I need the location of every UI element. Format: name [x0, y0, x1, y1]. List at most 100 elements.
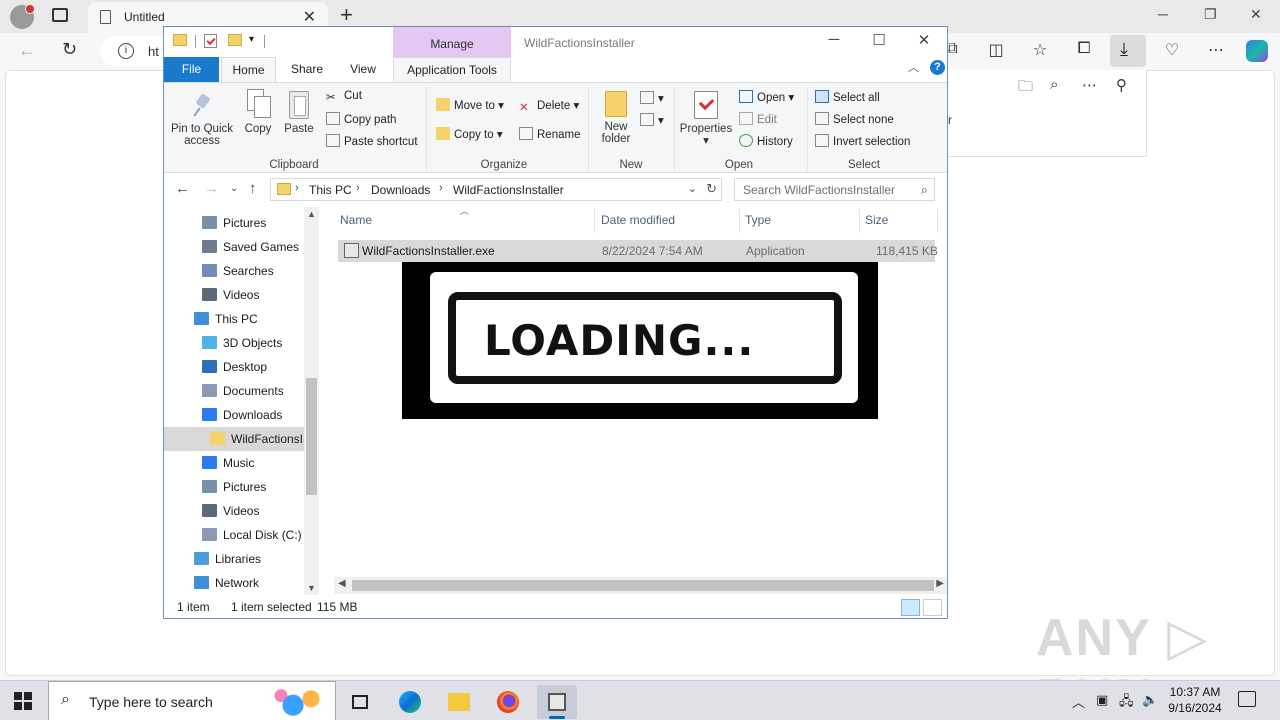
large-icons-view-button[interactable]	[923, 599, 942, 616]
chevron-up-icon[interactable]: ︿	[1072, 692, 1085, 711]
copilot-icon[interactable]	[1246, 40, 1268, 62]
details-view-button[interactable]	[901, 599, 920, 616]
sidebar-item-videos[interactable]: Videos	[164, 499, 304, 523]
scroll-up-icon[interactable]: ▲	[307, 209, 316, 219]
column-divider[interactable]	[594, 209, 595, 233]
tab-view[interactable]: View	[335, 57, 391, 82]
invert-selection-button[interactable]: Invert selection	[815, 134, 910, 148]
minimize-icon[interactable]: ─	[1158, 6, 1168, 22]
select-all-button[interactable]: Select all	[815, 90, 880, 104]
scroll-down-icon[interactable]: ▼	[307, 583, 316, 593]
new-tab-icon[interactable]: +	[340, 2, 353, 28]
chevron-right-icon[interactable]: ›	[295, 182, 299, 194]
move-to-button[interactable]: Move to ▾	[436, 98, 504, 112]
scroll-thumb[interactable]	[306, 378, 317, 495]
collapse-ribbon-icon[interactable]: ︿	[908, 59, 919, 75]
column-divider[interactable]	[937, 209, 938, 233]
sidebar-item-pictures[interactable]: Pictures	[164, 211, 304, 235]
scroll-thumb[interactable]	[352, 580, 934, 591]
restore-icon[interactable]: ❐	[1204, 6, 1217, 23]
tab-actions-icon[interactable]	[52, 8, 68, 22]
sidebar-item-this-pc[interactable]: This PC	[164, 307, 304, 331]
breadcrumb-downloads[interactable]: Downloads	[371, 183, 430, 197]
copy-path-button[interactable]: Copy path	[326, 112, 396, 126]
column-divider[interactable]	[859, 209, 860, 233]
clock[interactable]: 10:37 AM 9/16/2024	[1160, 684, 1230, 716]
new-folder-quick-icon[interactable]	[228, 34, 242, 46]
taskbar-search[interactable]: ⌕ Type here to search	[48, 681, 336, 720]
chevron-right-icon[interactable]: ›	[439, 182, 443, 194]
chevron-down-icon[interactable]: ⌄	[688, 182, 697, 195]
close-icon[interactable]: ✕	[909, 31, 939, 49]
favorites-icon[interactable]: ☆	[1028, 40, 1052, 60]
breadcrumb-this-pc[interactable]: This PC	[309, 183, 352, 197]
column-date-modified[interactable]: Date modified	[601, 213, 675, 227]
sidebar-item-downloads[interactable]: Downloads	[164, 403, 304, 427]
refresh-icon[interactable]: ↻	[706, 181, 717, 197]
sidebar-item-videos[interactable]: Videos	[164, 283, 304, 307]
notifications-icon[interactable]	[1238, 691, 1256, 707]
help-icon[interactable]: ?	[930, 60, 945, 75]
sidebar-item-libraries[interactable]: Libraries	[164, 547, 304, 571]
nav-pane-scrollbar[interactable]: ▲ ▼	[304, 207, 319, 595]
cut-button[interactable]: ✂ Cut	[326, 90, 362, 104]
network-icon[interactable]: 🖧	[1119, 692, 1134, 714]
downloads-button[interactable]: ⤓	[1110, 35, 1146, 67]
task-view-button[interactable]	[340, 685, 380, 719]
paste-button[interactable]: Paste	[281, 91, 317, 135]
scroll-left-icon[interactable]: ◀	[338, 578, 346, 589]
tab-file[interactable]: File	[164, 57, 219, 82]
new-item-button[interactable]: ▾	[640, 91, 664, 105]
history-button[interactable]: History	[739, 134, 793, 148]
column-type[interactable]: Type	[745, 213, 771, 227]
sidebar-item-wildfactionsi[interactable]: WildFactionsI	[164, 427, 304, 451]
up-icon[interactable]: ↑	[249, 180, 257, 197]
sidebar-item-documents[interactable]: Documents	[164, 379, 304, 403]
search-icon[interactable]: ⌕	[1050, 76, 1058, 93]
column-name[interactable]: Name	[340, 213, 372, 227]
sidebar-item-3d-objects[interactable]: 3D Objects	[164, 331, 304, 355]
more-options-icon[interactable]: ⋯	[1082, 76, 1097, 94]
file-explorer-taskbar-button[interactable]	[439, 685, 479, 719]
back-icon[interactable]: ←	[18, 40, 36, 61]
sidebar-item-local-disk-c[interactable]: Local Disk (C:)	[164, 523, 304, 547]
sidebar-item-music[interactable]: Music	[164, 451, 304, 475]
horizontal-scrollbar[interactable]: ◀ ▶	[334, 577, 947, 594]
tab-share[interactable]: Share	[279, 57, 335, 82]
profile-avatar[interactable]	[10, 4, 35, 29]
back-icon[interactable]: ←	[175, 180, 190, 197]
customize-toolbar-icon[interactable]: ▾	[249, 34, 254, 45]
more-icon[interactable]: ⋯	[1204, 40, 1228, 60]
new-folder-button[interactable]: New folder	[596, 91, 636, 145]
split-screen-icon[interactable]: ◫	[984, 40, 1008, 60]
properties-button[interactable]: Properties ▾	[678, 91, 734, 147]
collections-icon[interactable]: ⧠	[1072, 40, 1096, 58]
minimize-icon[interactable]: ─	[819, 31, 849, 48]
start-button[interactable]	[14, 692, 32, 710]
rename-button[interactable]: Rename	[519, 127, 580, 141]
delete-button[interactable]: ✕ Delete ▾	[519, 98, 579, 114]
edit-button[interactable]: Edit	[739, 112, 777, 126]
info-icon[interactable]: i	[118, 43, 134, 59]
copy-button[interactable]: Copy	[240, 89, 276, 135]
recent-locations-icon[interactable]: ⌄	[230, 183, 238, 194]
sidebar-item-pictures[interactable]: Pictures	[164, 475, 304, 499]
reload-icon[interactable]: ↻	[62, 39, 77, 60]
installer-taskbar-button[interactable]	[537, 685, 577, 719]
close-window-icon[interactable]: ✕	[1250, 6, 1262, 23]
column-divider[interactable]	[739, 209, 740, 233]
firefox-taskbar-button[interactable]	[488, 685, 528, 719]
browser-essentials-icon[interactable]: ♡	[1160, 40, 1184, 60]
close-tab-icon[interactable]: ✕	[303, 7, 316, 27]
pin-icon[interactable]: ⚲	[1116, 76, 1127, 94]
open-button[interactable]: Open ▾	[739, 90, 794, 104]
manage-contextual-tab[interactable]: Manage	[393, 27, 511, 57]
address-bar[interactable]: › This PC › Downloads › WildFactionsInst…	[270, 178, 722, 201]
properties-quick-icon[interactable]	[204, 34, 217, 48]
breadcrumb-current[interactable]: WildFactionsInstaller	[453, 183, 564, 197]
sidebar-item-network[interactable]: Network	[164, 571, 304, 595]
search-box[interactable]: Search WildFactionsInstaller ⌕	[734, 178, 935, 201]
sidebar-item-saved-games[interactable]: Saved Games	[164, 235, 304, 259]
volume-icon[interactable]: 🔈	[1142, 692, 1158, 708]
sidebar-item-searches[interactable]: Searches	[164, 259, 304, 283]
